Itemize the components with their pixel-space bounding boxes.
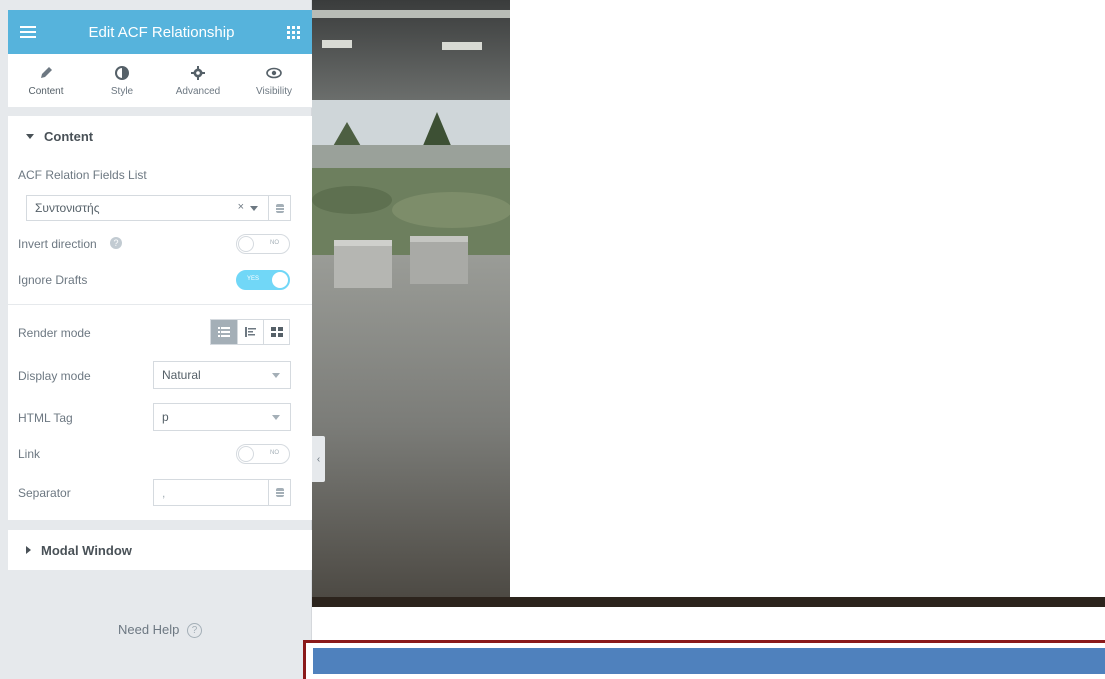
- tab-content[interactable]: Content: [8, 54, 84, 107]
- render-mode-text-button[interactable]: [237, 320, 263, 344]
- content-section-label: Content: [44, 128, 94, 144]
- half-circle-icon: [115, 66, 129, 80]
- align-left-icon: [244, 327, 256, 337]
- pencil-icon: [41, 67, 52, 78]
- eye-icon: [266, 67, 282, 79]
- panel-title: Edit ACF Relationship: [88, 23, 235, 41]
- display-mode-label: Display mode: [18, 369, 91, 383]
- help-icon: ?: [187, 623, 203, 639]
- dropdown-arrow-icon: [272, 373, 280, 378]
- chevron-left-icon: ‹: [316, 453, 321, 465]
- fields-list-value: Συντονιστής: [35, 201, 100, 215]
- tab-advanced-label: Advanced: [175, 86, 221, 97]
- toggle-knob: [238, 446, 254, 462]
- terrace-photo-image: [312, 0, 510, 597]
- toggle-state: YES: [247, 276, 260, 282]
- blue-section-bar[interactable]: [313, 648, 1105, 674]
- render-mode-grid-button[interactable]: [263, 320, 289, 344]
- panel-header: Edit ACF Relationship: [8, 10, 312, 54]
- tab-visibility-label: Visibility: [256, 86, 292, 97]
- html-tag-value: p: [162, 410, 169, 424]
- dynamic-tags-button[interactable]: [268, 196, 290, 220]
- tab-visibility[interactable]: Visibility: [236, 54, 312, 107]
- tab-style[interactable]: Style: [84, 54, 160, 107]
- fields-list-select[interactable]: Συντονιστής ×: [26, 195, 291, 221]
- link-toggle[interactable]: NO: [236, 444, 290, 464]
- display-mode-value: Natural: [162, 368, 201, 382]
- divider: [8, 304, 312, 305]
- caret-down-icon: [26, 133, 34, 139]
- modal-window-section-header[interactable]: Modal Window: [8, 530, 312, 570]
- database-icon: [275, 488, 284, 497]
- toggle-state: NO: [270, 450, 279, 456]
- panel-tabs: Content Style Advanced Visibility: [8, 54, 312, 108]
- list-icon: [218, 327, 230, 337]
- invert-direction-toggle[interactable]: NO: [236, 234, 290, 254]
- toggle-knob: [238, 236, 254, 252]
- need-help-label: Need Help: [117, 622, 180, 637]
- database-icon: [275, 203, 284, 213]
- ignore-drafts-label: Ignore Drafts: [18, 273, 88, 287]
- modal-window-section-label: Modal Window: [41, 542, 132, 558]
- display-mode-select[interactable]: Natural: [153, 361, 291, 389]
- tab-content-label: Content: [28, 86, 64, 97]
- editor-panel: Edit ACF Relationship Content Style Adva…: [0, 0, 312, 679]
- gear-icon: [191, 66, 205, 80]
- separator-label: Separator: [18, 486, 71, 500]
- widgets-grid-icon[interactable]: [287, 25, 300, 39]
- dropdown-arrow-icon: [272, 415, 280, 420]
- ignore-drafts-toggle[interactable]: YES: [236, 270, 290, 290]
- html-tag-label: HTML Tag: [18, 411, 73, 425]
- toggle-state: NO: [270, 240, 279, 246]
- toggle-knob: [272, 272, 288, 288]
- grid-icon: [270, 327, 283, 337]
- render-mode-label: Render mode: [18, 326, 91, 340]
- caret-right-icon: [26, 546, 31, 554]
- tab-style-label: Style: [110, 86, 134, 97]
- preview-image-bottom-strip: [312, 597, 1105, 607]
- dynamic-tags-button[interactable]: [268, 480, 290, 505]
- need-help-link[interactable]: Need Help ?: [8, 622, 312, 639]
- html-tag-select[interactable]: p: [153, 403, 291, 431]
- hamburger-menu-icon[interactable]: [20, 26, 36, 38]
- content-section-header[interactable]: Content: [8, 116, 312, 156]
- preview-background-image: [312, 0, 510, 597]
- preview-content-area: [510, 0, 1105, 597]
- tab-advanced[interactable]: Advanced: [160, 54, 236, 107]
- link-label: Link: [18, 447, 41, 461]
- collapse-panel-button[interactable]: ‹: [312, 436, 325, 482]
- invert-direction-label: Invert direction: [18, 237, 97, 251]
- separator-input[interactable]: ,: [153, 479, 291, 506]
- fields-list-label: ACF Relation Fields List: [18, 168, 147, 182]
- info-icon: ?: [110, 237, 122, 249]
- separator-value: ,: [162, 485, 166, 500]
- clear-selection-icon[interactable]: ×: [238, 201, 244, 213]
- render-mode-buttons: [210, 319, 290, 345]
- render-mode-list-button[interactable]: [211, 320, 237, 344]
- dropdown-arrow-icon: [250, 206, 258, 211]
